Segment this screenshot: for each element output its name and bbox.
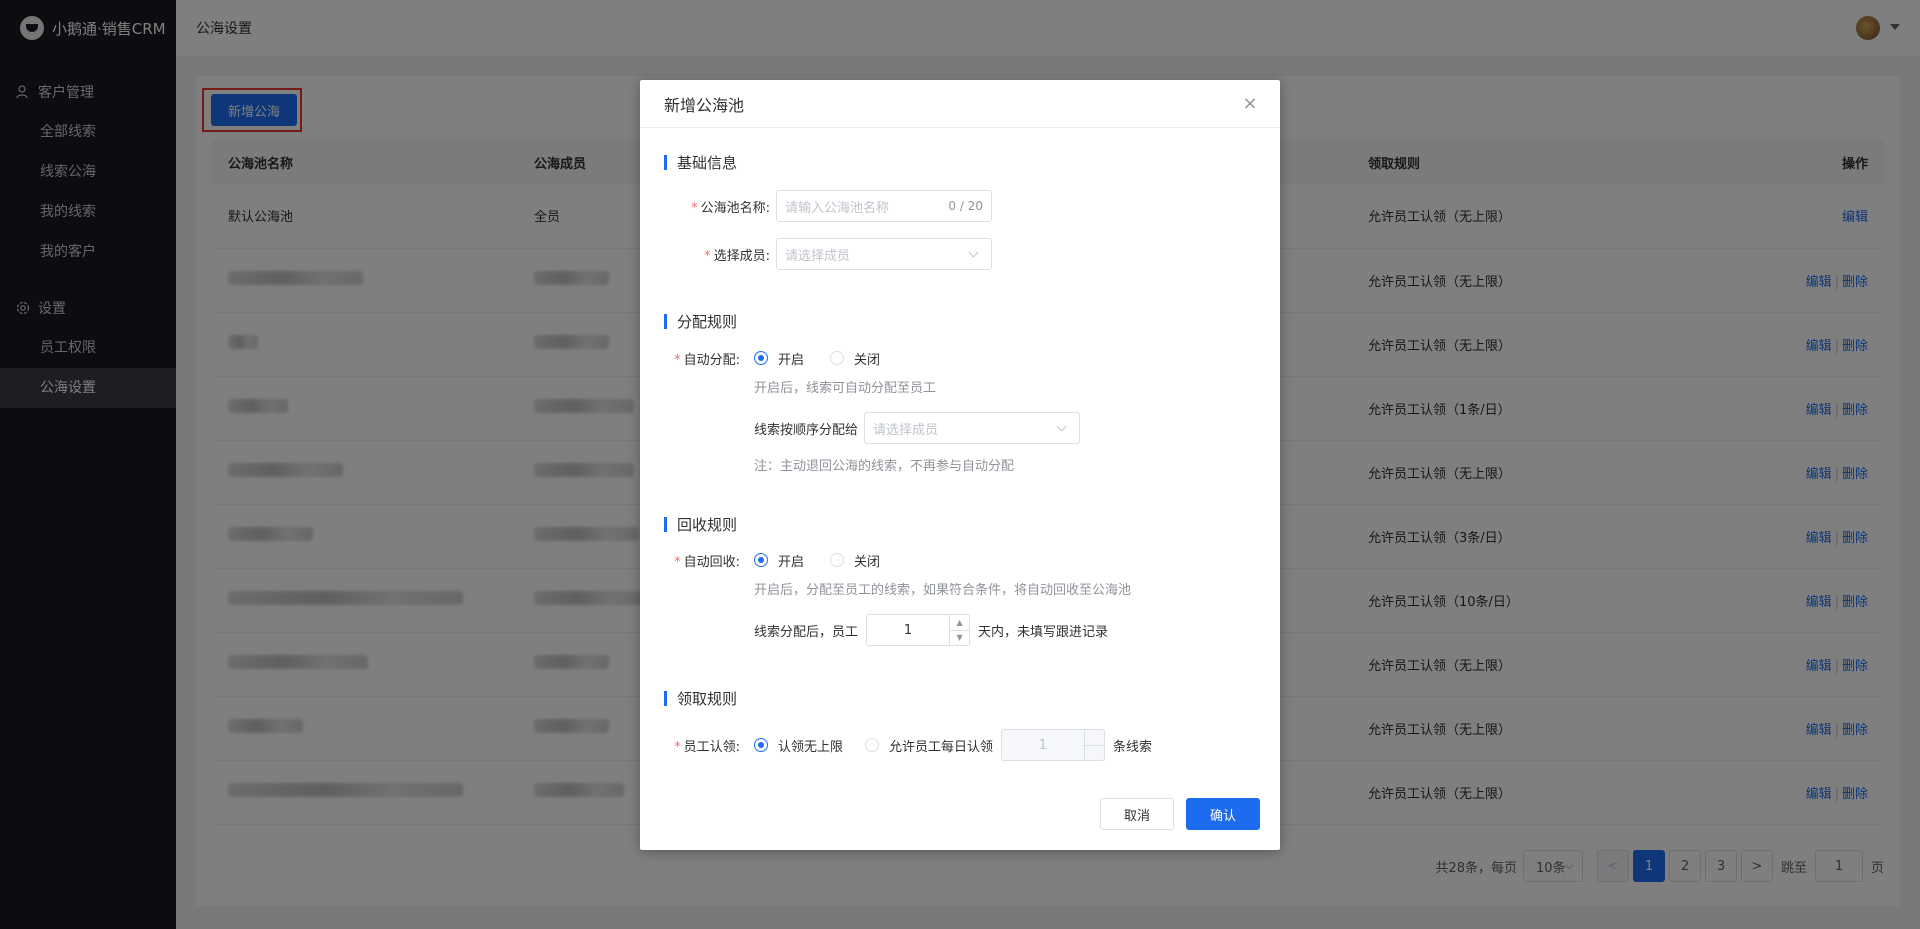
auto-recycle-on-radio[interactable]: 开启 — [754, 551, 804, 570]
claim-row: * 员工认领: 认领无上限 允许员工每日认领 1 条线索 — [664, 729, 1152, 761]
assign-order-row: 线索按顺序分配给 请选择成员 — [754, 412, 1081, 444]
claim-label: * 员工认领: — [674, 739, 740, 755]
increase-icon[interactable]: ▲ — [950, 615, 970, 631]
claim-daily-value[interactable]: 1 — [1002, 738, 1084, 753]
confirm-button[interactable]: 确认 — [1186, 798, 1260, 830]
dialog-header: 新增公海池 × — [640, 80, 1280, 128]
section-basic-info: 基础信息 — [664, 152, 737, 173]
auto-recycle-label: * 自动回收: — [674, 554, 740, 570]
close-icon[interactable]: × — [1240, 94, 1260, 114]
recycle-days-stepper[interactable]: 1 ▲ ▼ — [866, 614, 971, 646]
dialog-title: 新增公海池 — [664, 95, 745, 115]
decrease-icon[interactable] — [1085, 746, 1104, 761]
members-label: * 选择成员: — [704, 248, 770, 264]
assign-order-select[interactable]: 请选择成员 — [864, 412, 1081, 444]
auto-recycle-hint: 开启后，分配至员工的线索，如果符合条件，将自动回收至公海池 — [754, 583, 1132, 598]
decrease-icon[interactable]: ▼ — [950, 631, 969, 646]
recycle-days-row: 线索分配后，员工 1 ▲ ▼ 天内，未填写跟进记录 — [754, 614, 1108, 646]
claim-unlimited-radio[interactable]: 认领无上限 — [754, 736, 843, 755]
recycle-prefix: 线索分配后，员工 — [754, 624, 859, 640]
recycle-days-value[interactable]: 1 — [867, 623, 949, 638]
section-recycle-rule: 回收规则 — [664, 514, 737, 535]
pool-name-input[interactable]: 请输入公海池名称 0 / 20 — [776, 190, 992, 222]
members-row: * 选择成员: 请选择成员 — [664, 238, 992, 270]
auto-recycle-off-radio[interactable]: 关闭 — [830, 551, 880, 570]
cancel-button[interactable]: 取消 — [1100, 798, 1174, 830]
auto-recycle-row: * 自动回收: 开启 关闭 — [664, 550, 906, 570]
claim-unit: 条线索 — [1113, 739, 1153, 755]
claim-daily-stepper[interactable]: 1 — [1001, 729, 1106, 761]
pool-name-label: * 公海池名称: — [691, 200, 770, 216]
claim-daily-radio[interactable]: 允许员工每日认领 — [865, 736, 993, 755]
auto-assign-row: * 自动分配: 开启 关闭 — [664, 348, 906, 368]
pool-name-row: * 公海池名称: 请输入公海池名称 0 / 20 — [664, 190, 992, 222]
auto-assign-off-radio[interactable]: 关闭 — [830, 349, 880, 368]
auto-assign-hint: 开启后，线索可自动分配至员工 — [754, 381, 937, 396]
section-assign-rule: 分配规则 — [664, 311, 737, 332]
assign-note: 注：主动退回公海的线索，不再参与自动分配 — [754, 459, 1015, 474]
increase-icon[interactable] — [1085, 730, 1105, 746]
auto-assign-label: * 自动分配: — [674, 352, 740, 368]
assign-order-label: 线索按顺序分配给 — [754, 422, 859, 438]
auto-assign-on-radio[interactable]: 开启 — [754, 349, 804, 368]
recycle-suffix: 天内，未填写跟进记录 — [978, 624, 1109, 640]
char-counter: 0 / 20 — [948, 199, 983, 213]
members-select[interactable]: 请选择成员 — [776, 238, 992, 270]
section-claim-rule: 领取规则 — [664, 688, 737, 709]
new-pool-dialog: 新增公海池 × 基础信息 * 公海池名称: 请输入公海池名称 0 / 20 * 选择… — [640, 80, 1280, 850]
